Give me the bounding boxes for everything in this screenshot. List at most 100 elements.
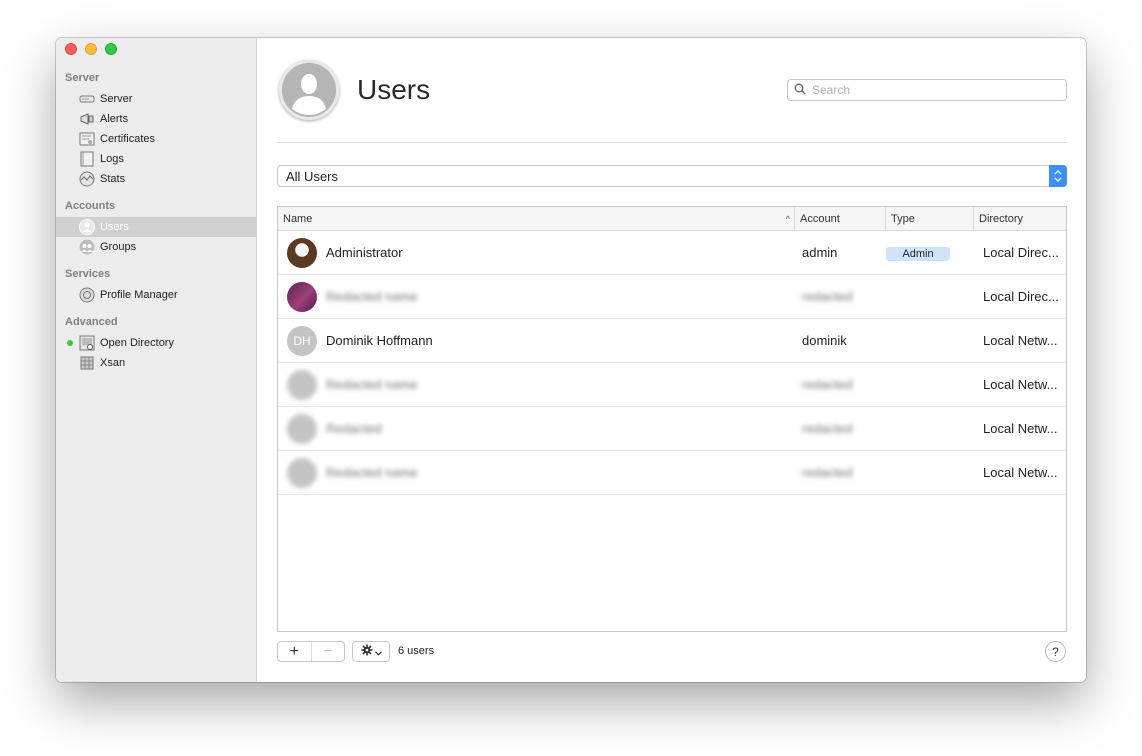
remove-user-button[interactable]: − — [310, 642, 345, 661]
close-window-button[interactable] — [65, 43, 77, 55]
sidebar-item-profile-manager[interactable]: Profile Manager — [56, 285, 256, 305]
sidebar-section-services: Services Profile Manager — [56, 267, 256, 305]
search-input[interactable] — [812, 83, 1066, 97]
user-full-name: Administrator — [326, 245, 403, 260]
sidebar-item-certificates[interactable]: Certificates — [56, 129, 256, 149]
user-icon — [79, 219, 95, 235]
sidebar-list: Server Server Alerts Certificates Logs Stats A… — [56, 71, 256, 383]
server-app-window: Server Server Alerts Certificates Logs Stats A… — [56, 38, 1086, 682]
sidebar-item-label: Users — [100, 221, 129, 233]
sidebar-item-label: Logs — [100, 153, 124, 165]
cell-name: Redacted name — [278, 369, 794, 400]
user-full-name: Redacted name — [326, 377, 418, 392]
sidebar-item-groups[interactable]: Groups — [56, 237, 256, 257]
table-body: Administrator admin Admin Local Direc... Red… — [278, 231, 1066, 495]
cell-name: Administrator — [278, 237, 794, 268]
megaphone-icon — [79, 111, 95, 127]
table-row[interactable]: Redacted name redacted Local Netw... — [278, 363, 1066, 407]
cell-account: redacted — [802, 289, 853, 304]
table-row[interactable]: Administrator admin Admin Local Direc... — [278, 231, 1066, 275]
cell-type: Admin — [885, 245, 973, 261]
sidebar-item-label: Groups — [100, 241, 137, 253]
minimize-window-button[interactable] — [85, 43, 97, 55]
user-full-name: Redacted name — [326, 289, 418, 304]
user-silhouette-icon — [279, 60, 339, 120]
sidebar: Server Server Alerts Certificates Logs Stats A… — [56, 38, 257, 682]
user-filter-value: All Users — [286, 168, 339, 184]
sidebar-section-header: Advanced — [65, 316, 118, 328]
sidebar-item-label: Alerts — [100, 113, 129, 125]
column-header-directory[interactable]: Directory — [973, 207, 1066, 231]
search-field[interactable] — [787, 79, 1067, 101]
cell-name: Redacted name — [278, 457, 794, 488]
cell-directory: Local Netw... — [983, 377, 1058, 392]
stats-icon — [79, 171, 95, 187]
cell-name: DH Dominik Hoffmann — [278, 325, 794, 356]
cell-name: Redacted — [278, 413, 794, 444]
zoom-window-button[interactable] — [105, 43, 117, 55]
status-running-indicator — [67, 340, 73, 346]
chevron-down-icon — [374, 645, 382, 659]
sidebar-item-server[interactable]: Server — [56, 89, 256, 109]
table-row[interactable]: Redacted redacted Local Netw... — [278, 407, 1066, 451]
sidebar-item-label: Certificates — [100, 133, 156, 145]
help-button[interactable]: ? — [1045, 641, 1066, 662]
select-chevrons-icon — [1049, 165, 1067, 187]
sidebar-item-alerts[interactable]: Alerts — [56, 109, 256, 129]
sidebar-item-stats[interactable]: Stats — [56, 169, 256, 189]
sidebar-item-label: Server — [100, 93, 133, 105]
avatar: DH — [287, 325, 317, 356]
sidebar-section-server: Server Server Alerts Certificates Logs Stats — [56, 71, 256, 189]
cell-directory: Local Netw... — [983, 333, 1058, 348]
column-header-type[interactable]: Type — [885, 207, 973, 231]
xsan-icon — [79, 355, 95, 371]
cell-directory: Local Netw... — [983, 421, 1058, 436]
table-header: Name ^ Account Type Directory — [278, 207, 1066, 231]
sidebar-item-logs[interactable]: Logs — [56, 149, 256, 169]
sidebar-section-header: Server — [65, 72, 100, 84]
sort-ascending-icon: ^ — [785, 214, 790, 224]
sidebar-section-header: Accounts — [65, 200, 116, 212]
column-header-account[interactable]: Account — [794, 207, 885, 231]
sidebar-item-label: Open Directory — [100, 337, 174, 349]
sidebar-item-label: Profile Manager — [100, 289, 178, 301]
user-full-name: Dominik Hoffmann — [326, 333, 433, 348]
cell-directory: Local Direc... — [983, 289, 1059, 304]
add-remove-control: + − — [277, 641, 345, 662]
avatar — [287, 457, 317, 488]
table-row[interactable]: Redacted name redacted Local Direc... — [278, 275, 1066, 319]
table-row[interactable]: Redacted name redacted Local Netw... — [278, 451, 1066, 495]
sidebar-section-accounts: Accounts Users Groups — [56, 199, 256, 257]
sidebar-item-xsan[interactable]: Xsan — [56, 353, 256, 373]
user-filter-select[interactable]: All Users — [277, 165, 1067, 187]
user-full-name: Redacted — [326, 421, 382, 436]
sidebar-section-advanced: Advanced Open Directory Xsan — [56, 315, 256, 373]
cell-account: redacted — [802, 421, 853, 436]
main-content: Users All Users Name ^ Account Type Di — [257, 38, 1086, 682]
sidebar-item-open-directory[interactable]: Open Directory — [56, 333, 256, 353]
sidebar-item-users[interactable]: Users — [56, 217, 256, 237]
table-row[interactable]: DH Dominik Hoffmann dominik Local Netw... — [278, 319, 1066, 363]
logs-icon — [79, 151, 95, 167]
cell-account: redacted — [802, 377, 853, 392]
server-icon — [79, 91, 95, 107]
user-count-label: 6 users — [398, 645, 435, 657]
cell-account: dominik — [802, 333, 847, 348]
cell-account: admin — [802, 245, 838, 260]
user-full-name: Redacted name — [326, 465, 418, 480]
gear-icon — [361, 644, 373, 659]
search-icon — [794, 83, 806, 98]
column-header-name[interactable]: Name ^ — [278, 207, 794, 231]
add-user-button[interactable]: + — [278, 642, 311, 661]
avatar — [287, 281, 317, 312]
certificate-icon — [79, 131, 95, 147]
sidebar-section-header: Services — [65, 268, 111, 280]
header-divider — [277, 142, 1067, 143]
groups-icon — [79, 239, 95, 255]
avatar — [287, 369, 317, 400]
table-footer: + − 6 users ? — [277, 641, 1066, 663]
cell-directory: Local Direc... — [983, 245, 1059, 260]
action-menu-button[interactable] — [352, 641, 390, 662]
sidebar-item-label: Stats — [100, 173, 126, 185]
avatar — [287, 413, 317, 444]
